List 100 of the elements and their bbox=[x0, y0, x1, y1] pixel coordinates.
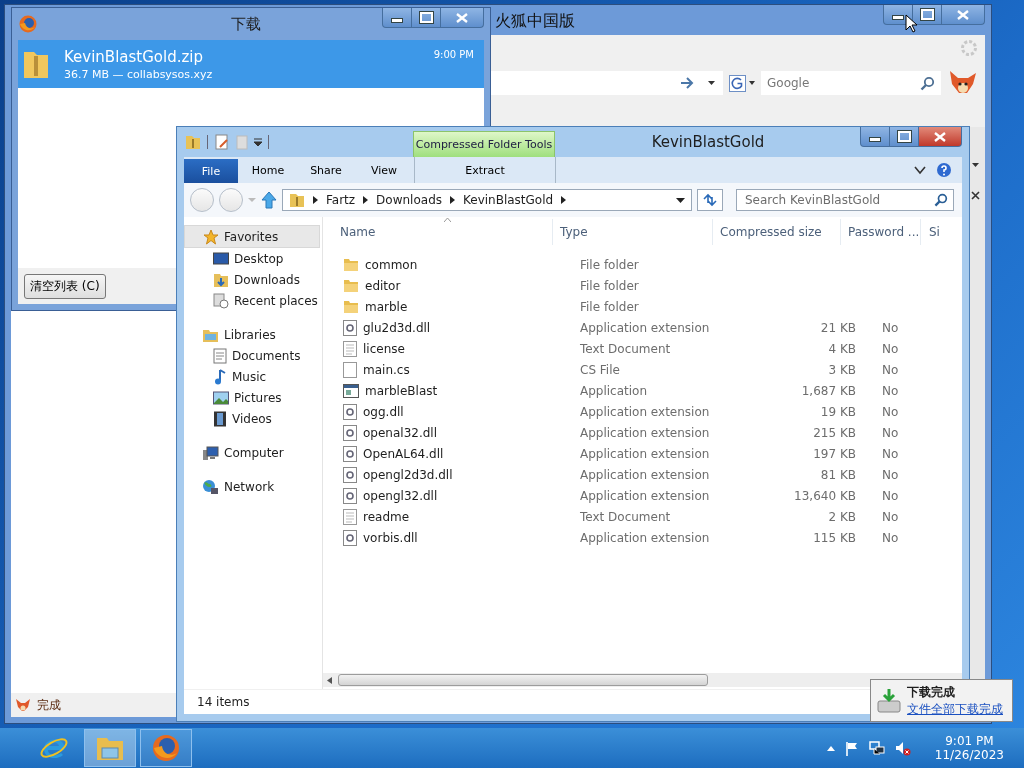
gear-file-icon bbox=[343, 466, 357, 483]
breadcrumb-item[interactable]: Fartz bbox=[326, 193, 356, 207]
taskbar-button[interactable] bbox=[140, 729, 192, 767]
file-name[interactable]: vorbis.dll bbox=[363, 530, 418, 545]
film-strip-icon bbox=[213, 410, 227, 427]
nav-item[interactable]: Pictures bbox=[184, 387, 320, 408]
nav-item[interactable]: Videos bbox=[184, 408, 320, 429]
flag-icon[interactable] bbox=[844, 740, 859, 756]
document-icon bbox=[213, 347, 227, 364]
show-hidden-icons-icon[interactable] bbox=[826, 745, 835, 751]
nav-item[interactable]: Music bbox=[184, 366, 320, 387]
file-info: 36.7 MB — collabsysos.xyz bbox=[64, 67, 214, 81]
dropdown-icon[interactable] bbox=[254, 138, 262, 146]
chevron-icon[interactable] bbox=[450, 196, 455, 204]
close-tab-icon[interactable] bbox=[970, 191, 980, 200]
nav-item[interactable]: Downloads bbox=[184, 269, 320, 290]
ribbon-tab[interactable]: View bbox=[355, 157, 413, 183]
chevron-icon[interactable] bbox=[363, 196, 369, 204]
file-type: File folder bbox=[579, 278, 640, 293]
column-header[interactable]: Password ... bbox=[841, 219, 921, 245]
horizontal-scrollbar[interactable] bbox=[323, 673, 962, 687]
notification-link[interactable]: 文件全部下载完成 bbox=[907, 700, 1003, 718]
status-text: 完成 bbox=[37, 696, 61, 714]
dropdown-icon bbox=[749, 81, 755, 85]
expand-ribbon-icon[interactable] bbox=[914, 165, 926, 175]
file-name[interactable]: marble bbox=[365, 299, 408, 314]
nav-item[interactable]: Favorites bbox=[184, 225, 320, 248]
maximize-button[interactable] bbox=[912, 5, 942, 25]
close-icon bbox=[934, 131, 946, 142]
file-name[interactable]: readme bbox=[363, 509, 410, 524]
network-icon[interactable] bbox=[868, 740, 885, 756]
maximize-button[interactable] bbox=[411, 8, 441, 28]
file-type: File folder bbox=[579, 257, 640, 272]
search-icon[interactable] bbox=[920, 76, 935, 91]
firefox-icon bbox=[18, 14, 38, 34]
file-name[interactable]: opengl32.dll bbox=[363, 488, 438, 503]
go-arrow-icon[interactable] bbox=[680, 77, 694, 89]
scroll-left-icon[interactable] bbox=[327, 676, 332, 684]
clock[interactable]: 9:01 PM 11/26/2023 bbox=[934, 734, 1004, 762]
text-file-icon bbox=[343, 340, 357, 357]
file-name[interactable]: opengl2d3d.dll bbox=[363, 467, 453, 482]
password-status: No bbox=[882, 341, 899, 356]
address-bar[interactable]: Fartz Downloads KevinBlastGold bbox=[282, 189, 692, 211]
password-status: No bbox=[882, 467, 899, 482]
file-type: Application extension bbox=[579, 446, 711, 461]
window-title: 下载 bbox=[229, 14, 262, 34]
gear-file-icon bbox=[343, 319, 357, 336]
search-field[interactable]: Google bbox=[761, 71, 941, 95]
dropdown-icon[interactable] bbox=[708, 81, 715, 85]
file-name[interactable]: main.cs bbox=[363, 362, 410, 377]
minimize-button[interactable] bbox=[382, 8, 412, 28]
notification-toast[interactable]: 下载完成 文件全部下载完成 bbox=[870, 679, 1013, 722]
file-name[interactable]: ogg.dll bbox=[363, 404, 404, 419]
close-button[interactable] bbox=[918, 127, 962, 147]
file-tab[interactable]: File bbox=[184, 159, 238, 183]
file-name[interactable]: license bbox=[363, 341, 405, 356]
file-name[interactable]: glu2d3d.dll bbox=[363, 320, 431, 335]
scroll-thumb[interactable] bbox=[338, 674, 708, 686]
column-header[interactable]: Type bbox=[553, 219, 713, 245]
properties-icon[interactable] bbox=[214, 134, 230, 150]
close-button[interactable] bbox=[440, 8, 484, 28]
nav-item[interactable]: Computer bbox=[184, 442, 320, 463]
file-size: 197 KB bbox=[813, 446, 856, 461]
search-field[interactable]: Search KevinBlastGold bbox=[736, 189, 954, 211]
file-name[interactable]: OpenAL64.dll bbox=[363, 446, 444, 461]
nav-item[interactable]: Documents bbox=[184, 345, 320, 366]
tab-list-icon[interactable] bbox=[971, 163, 979, 167]
star-icon bbox=[203, 228, 219, 245]
clear-list-button[interactable]: 清空列表 (C) bbox=[24, 273, 106, 299]
maximize-button[interactable] bbox=[889, 127, 919, 147]
column-header[interactable]: Compressed size bbox=[713, 219, 841, 245]
search-engine-icon bbox=[729, 74, 746, 92]
file-type: Application extension bbox=[579, 404, 711, 419]
chevron-icon[interactable] bbox=[313, 196, 318, 204]
refresh-button[interactable] bbox=[697, 189, 723, 211]
breadcrumb-item[interactable]: Downloads bbox=[376, 193, 442, 207]
help-icon[interactable] bbox=[936, 162, 952, 178]
dropdown-icon[interactable] bbox=[676, 197, 685, 203]
minimize-button[interactable] bbox=[860, 127, 890, 147]
nav-item[interactable]: Recent places bbox=[184, 290, 320, 311]
close-button[interactable] bbox=[941, 5, 985, 25]
column-header[interactable]: Name bbox=[323, 219, 553, 245]
nav-item[interactable]: Desktop bbox=[184, 248, 320, 269]
desktop-icon bbox=[213, 251, 229, 266]
file-name[interactable]: openal32.dll bbox=[363, 425, 437, 440]
column-header[interactable]: Si bbox=[921, 219, 947, 245]
pictures-icon bbox=[213, 390, 229, 405]
file-name[interactable]: common bbox=[365, 257, 418, 272]
nav-item[interactable]: Network bbox=[184, 476, 320, 497]
nav-item[interactable]: Libraries bbox=[184, 324, 320, 345]
volume-muted-icon[interactable] bbox=[894, 740, 911, 756]
ribbon-tab[interactable]: Share bbox=[297, 157, 355, 183]
file-name[interactable]: editor bbox=[365, 278, 401, 293]
ribbon-tab[interactable]: Home bbox=[239, 157, 297, 183]
up-arrow-icon[interactable] bbox=[261, 191, 277, 209]
file-name[interactable]: marbleBlast bbox=[365, 383, 438, 398]
breadcrumb-item[interactable]: KevinBlastGold bbox=[463, 193, 554, 207]
search-icon[interactable] bbox=[934, 193, 948, 207]
chevron-icon[interactable] bbox=[561, 196, 567, 204]
password-status: No bbox=[882, 446, 899, 461]
